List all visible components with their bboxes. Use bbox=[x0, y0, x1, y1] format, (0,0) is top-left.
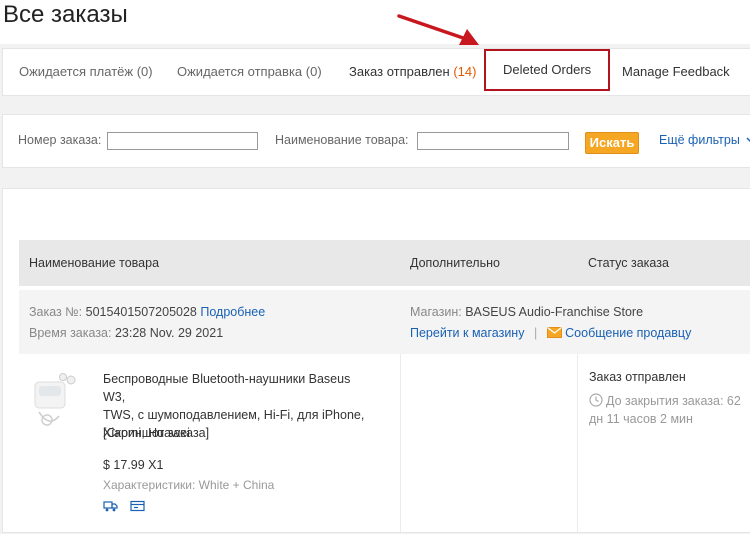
tab-shipped[interactable]: Заказ отправлен (14) bbox=[349, 49, 476, 95]
product-name-line: Беспроводные Bluetooth-наушники Baseus W… bbox=[103, 372, 351, 404]
product-name-line: TWS, с шумоподавлением, Hi-Fi, для iPhon… bbox=[103, 408, 365, 422]
store-name: BASEUS Audio-Franchise Store bbox=[465, 305, 644, 319]
card-icon[interactable] bbox=[130, 500, 146, 512]
order-item: Беспроводные Bluetooth-наушники Baseus W… bbox=[19, 354, 750, 534]
order-number-input[interactable] bbox=[107, 132, 258, 150]
order-status: Заказ отправлен bbox=[589, 370, 686, 384]
item-properties: Характеристики: White + China bbox=[103, 478, 274, 492]
col-header-product: Наименование товара bbox=[29, 256, 160, 270]
filter-bar: Номер заказа: Наименование товара: Искат… bbox=[2, 114, 750, 168]
table-header: Наименование товара Дополнительно Статус… bbox=[19, 240, 750, 286]
divider bbox=[577, 354, 578, 534]
order-number-label: Номер заказа: bbox=[18, 133, 102, 147]
properties-value: White + China bbox=[198, 478, 275, 492]
tab-deleted-orders[interactable]: Deleted Orders bbox=[484, 49, 611, 91]
store-label: Магазин: bbox=[410, 305, 462, 319]
store-actions: Перейти к магазину | Сообщение продавцу bbox=[410, 326, 691, 340]
order-number-row: Заказ №: 5015401507205028 Подробнее bbox=[29, 305, 265, 319]
closing-line2: дн 11 часов 2 мин bbox=[589, 412, 693, 426]
tab-manage-feedback[interactable]: Manage Feedback bbox=[622, 49, 730, 95]
col-header-additional: Дополнительно bbox=[410, 256, 500, 270]
order-time-row: Время заказа: 23:28 Nov. 29 2021 bbox=[29, 326, 223, 340]
tab-shipped-label: Заказ отправлен bbox=[349, 64, 450, 79]
order-snapshot-link[interactable]: [Скриншот заказа] bbox=[103, 426, 209, 440]
order-header: Заказ №: 5015401507205028 Подробнее Врем… bbox=[19, 290, 750, 354]
message-seller-link[interactable]: Сообщение продавцу bbox=[565, 326, 691, 340]
order-details-link[interactable]: Подробнее bbox=[200, 305, 265, 319]
clock-icon bbox=[589, 393, 603, 407]
truck-icon[interactable] bbox=[103, 500, 118, 512]
tab-awaiting-payment[interactable]: Ожидается платёж (0) bbox=[19, 49, 153, 95]
product-name-label: Наименование товара: bbox=[275, 133, 409, 147]
item-price: $ 17.99 X1 bbox=[103, 458, 164, 472]
orders-list: Наименование товара Дополнительно Статус… bbox=[2, 188, 750, 534]
order-number: 5015401507205028 bbox=[85, 305, 197, 319]
envelope-icon bbox=[546, 327, 562, 338]
go-to-store-link[interactable]: Перейти к магазину bbox=[410, 326, 524, 340]
tab-shipped-count: (14) bbox=[453, 64, 477, 79]
product-image[interactable] bbox=[33, 372, 77, 430]
properties-label: Характеристики: bbox=[103, 478, 196, 492]
closing-countdown: До закрытия заказа: 62 дн 11 часов 2 мин bbox=[589, 392, 741, 428]
product-name-input[interactable] bbox=[417, 132, 569, 150]
arrow-annotation-icon bbox=[397, 14, 479, 45]
more-filters-link[interactable]: Ещё фильтры bbox=[659, 133, 750, 147]
order-time-label: Время заказа: bbox=[29, 326, 112, 340]
tab-awaiting-shipment[interactable]: Ожидается отправка (0) bbox=[177, 49, 322, 95]
col-header-status: Статус заказа bbox=[588, 256, 669, 270]
order-tabs: Ожидается платёж (0) Ожидается отправка … bbox=[2, 48, 750, 96]
closing-line1: До закрытия заказа: 62 bbox=[606, 394, 741, 408]
more-filters-label: Ещё фильтры bbox=[659, 133, 740, 147]
chevron-down-icon bbox=[746, 137, 750, 142]
item-icons bbox=[103, 499, 146, 517]
search-button[interactable]: Искать bbox=[585, 132, 639, 154]
divider bbox=[400, 354, 401, 534]
separator: | bbox=[533, 326, 538, 340]
order-number-label: Заказ №: bbox=[29, 305, 83, 319]
order-time: 23:28 Nov. 29 2021 bbox=[114, 326, 224, 340]
store-row: Магазин: BASEUS Audio-Franchise Store bbox=[410, 305, 643, 319]
page-title: Все заказы bbox=[0, 0, 750, 44]
